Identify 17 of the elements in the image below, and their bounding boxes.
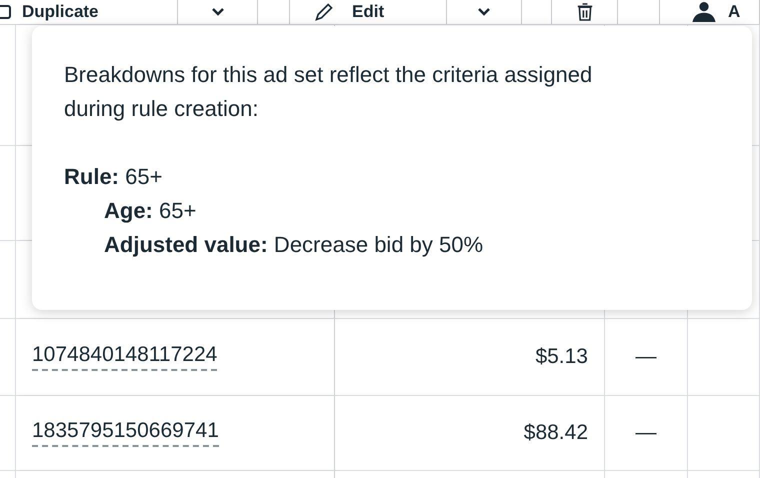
empty-value: — <box>636 421 656 445</box>
ad-id-link[interactable]: 1074840148117224 <box>32 343 218 371</box>
caret-icon <box>210 8 224 16</box>
amount-cell: $5.13 <box>535 345 588 369</box>
duplicate-button[interactable]: Duplicate <box>0 0 178 24</box>
ad-id-link[interactable]: 1835795150669741 <box>32 419 219 447</box>
duplicate-icon <box>0 4 12 20</box>
empty-value: — <box>636 345 656 369</box>
rule-detail: Adjusted value: Decrease bid by 50% <box>103 231 484 259</box>
rule-text: Rule: 65+ <box>64 163 164 191</box>
pencil-icon <box>314 2 334 22</box>
caret-icon <box>477 8 491 16</box>
trash-icon <box>576 2 592 22</box>
amount-cell: $88.42 <box>524 421 588 445</box>
rule-detail: Age: 65+ <box>103 197 198 225</box>
person-icon <box>690 2 718 22</box>
tooltip-description: Breakdowns for this ad set reflect the criteria assigned during rule creation: <box>64 61 594 123</box>
